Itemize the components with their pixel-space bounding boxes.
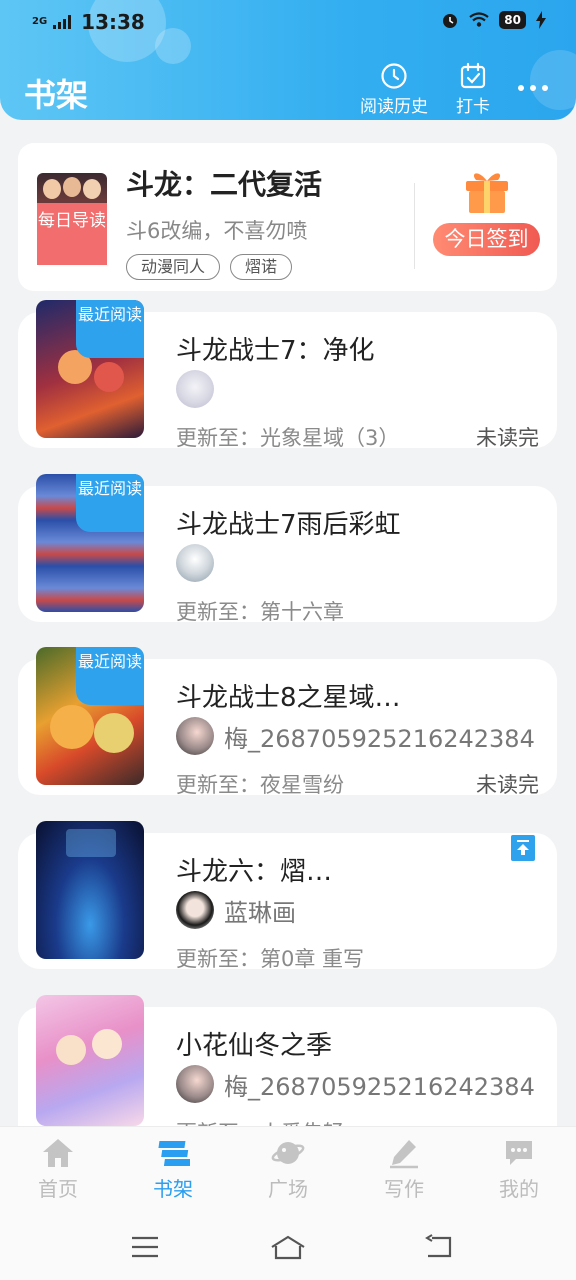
book-cover: 最近阅读 (36, 300, 144, 438)
back-icon[interactable] (424, 1234, 454, 1260)
daily-title: 斗龙：二代复活 (126, 168, 323, 201)
author-avatar (176, 370, 214, 408)
book-cover (36, 995, 144, 1126)
alarm-icon (443, 14, 458, 28)
book-update: 更新至：夜星雪纷 (176, 773, 344, 797)
clock: 13:38 (81, 10, 145, 34)
book-update: 更新至：第十六章 (176, 600, 344, 624)
author-avatar (176, 891, 214, 929)
bottom-nav: 首页 书架 广场 写作 我的 (0, 1126, 576, 1218)
book-update: 更新至：第0章 重写 (176, 947, 365, 971)
book-title: 斗龙战士8之星域… (176, 683, 401, 713)
nav-home-label: 首页 (38, 1177, 78, 1201)
home-icon (43, 1139, 73, 1167)
nav-square-label: 广场 (268, 1177, 308, 1201)
decor-bubble (530, 50, 576, 110)
checkin-label: 打卡 (456, 97, 490, 117)
book-update: 更新至：光象星域（3） (176, 426, 400, 450)
daily-subtitle: 斗6改编，不喜勿喷 (126, 219, 308, 243)
book-cover: 最近阅读 (36, 647, 144, 785)
author-avatar (176, 544, 214, 582)
nav-write-label: 写作 (384, 1177, 424, 1201)
charging-icon (536, 11, 546, 29)
nav-square[interactable]: 广场 (248, 1137, 328, 1202)
battery-level: 80 (499, 11, 526, 29)
author-avatar (176, 717, 214, 755)
book-card[interactable]: 最近阅读 斗龙战士8之星域… 梅_268705925216242384 更新至：… (18, 647, 557, 797)
author-name[interactable]: 梅_268705925216242384 (224, 1067, 535, 1102)
planet-icon (271, 1142, 305, 1164)
more-icon[interactable] (518, 85, 548, 91)
wifi-icon (469, 12, 489, 27)
bookshelf-icon (158, 1141, 190, 1166)
tag[interactable]: 熠诺 (230, 254, 293, 280)
nav-mine[interactable]: 我的 (479, 1137, 559, 1202)
signal-icon (53, 15, 72, 29)
gift-icon (466, 173, 508, 213)
daily-badge: 每日导读 (37, 203, 107, 265)
nav-mine-label: 我的 (499, 1177, 539, 1201)
book-card[interactable]: 小花仙冬之季 梅_268705925216242384 更新至：火爱告轻 (18, 995, 557, 1145)
checkin-button[interactable]: 打卡 (456, 62, 490, 117)
nav-write[interactable]: 写作 (364, 1137, 444, 1202)
author-avatar (176, 1065, 214, 1103)
nav-home[interactable]: 首页 (18, 1137, 98, 1202)
tag[interactable]: 动漫同人 (126, 254, 221, 280)
network-type: 2G (32, 16, 48, 27)
app-header: 2G 13:38 80 书架 阅读历史 打卡 (0, 0, 576, 120)
unread-status: 未读完 (476, 426, 539, 450)
book-title: 斗龙战士7：净化 (176, 336, 375, 366)
home-system-icon[interactable] (270, 1234, 306, 1260)
reading-history-label: 阅读历史 (360, 97, 428, 117)
book-title: 斗龙六：熠… (176, 857, 333, 887)
calendar-check-icon (460, 62, 486, 89)
daily-recommend-card[interactable]: 每日导读 斗龙：二代复活 斗6改编，不喜勿喷 动漫同人 熠诺 今日签到 (18, 143, 557, 291)
system-nav-bar (0, 1218, 576, 1280)
pin-top-icon (511, 835, 535, 861)
pen-icon (390, 1140, 418, 1169)
reading-history-button[interactable]: 阅读历史 (360, 62, 428, 117)
page-title: 书架 (24, 76, 89, 114)
recent-read-badge: 最近阅读 (76, 474, 144, 532)
book-card[interactable]: 斗龙六：熠… 蓝琳画 更新至：第0章 重写 (18, 821, 557, 971)
nav-shelf-label: 书架 (153, 1177, 193, 1201)
chat-bubble-icon (506, 1141, 532, 1165)
book-cover: 最近阅读 (36, 474, 144, 612)
book-title: 小花仙冬之季 (176, 1031, 333, 1061)
menu-icon[interactable] (130, 1234, 160, 1260)
unread-status: 未读完 (476, 773, 539, 797)
daily-signin-button[interactable]: 今日签到 (433, 223, 540, 256)
book-cover (36, 821, 144, 959)
recent-read-badge: 最近阅读 (76, 647, 144, 705)
nav-shelf[interactable]: 书架 (133, 1137, 213, 1202)
book-card[interactable]: 最近阅读 斗龙战士7：净化 更新至：光象星域（3） 未读完 (18, 300, 557, 450)
status-bar: 2G 13:38 80 (0, 0, 576, 44)
author-name[interactable]: 蓝琳画 (224, 893, 296, 928)
book-title: 斗龙战士7雨后彩虹 (176, 510, 401, 540)
daily-tags: 动漫同人 熠诺 (126, 254, 293, 280)
divider (414, 183, 415, 269)
book-card[interactable]: 最近阅读 斗龙战士7雨后彩虹 更新至：第十六章 (18, 474, 557, 624)
author-name[interactable]: 梅_268705925216242384 (224, 719, 535, 754)
clock-icon (381, 63, 407, 89)
recent-read-badge: 最近阅读 (76, 300, 144, 358)
